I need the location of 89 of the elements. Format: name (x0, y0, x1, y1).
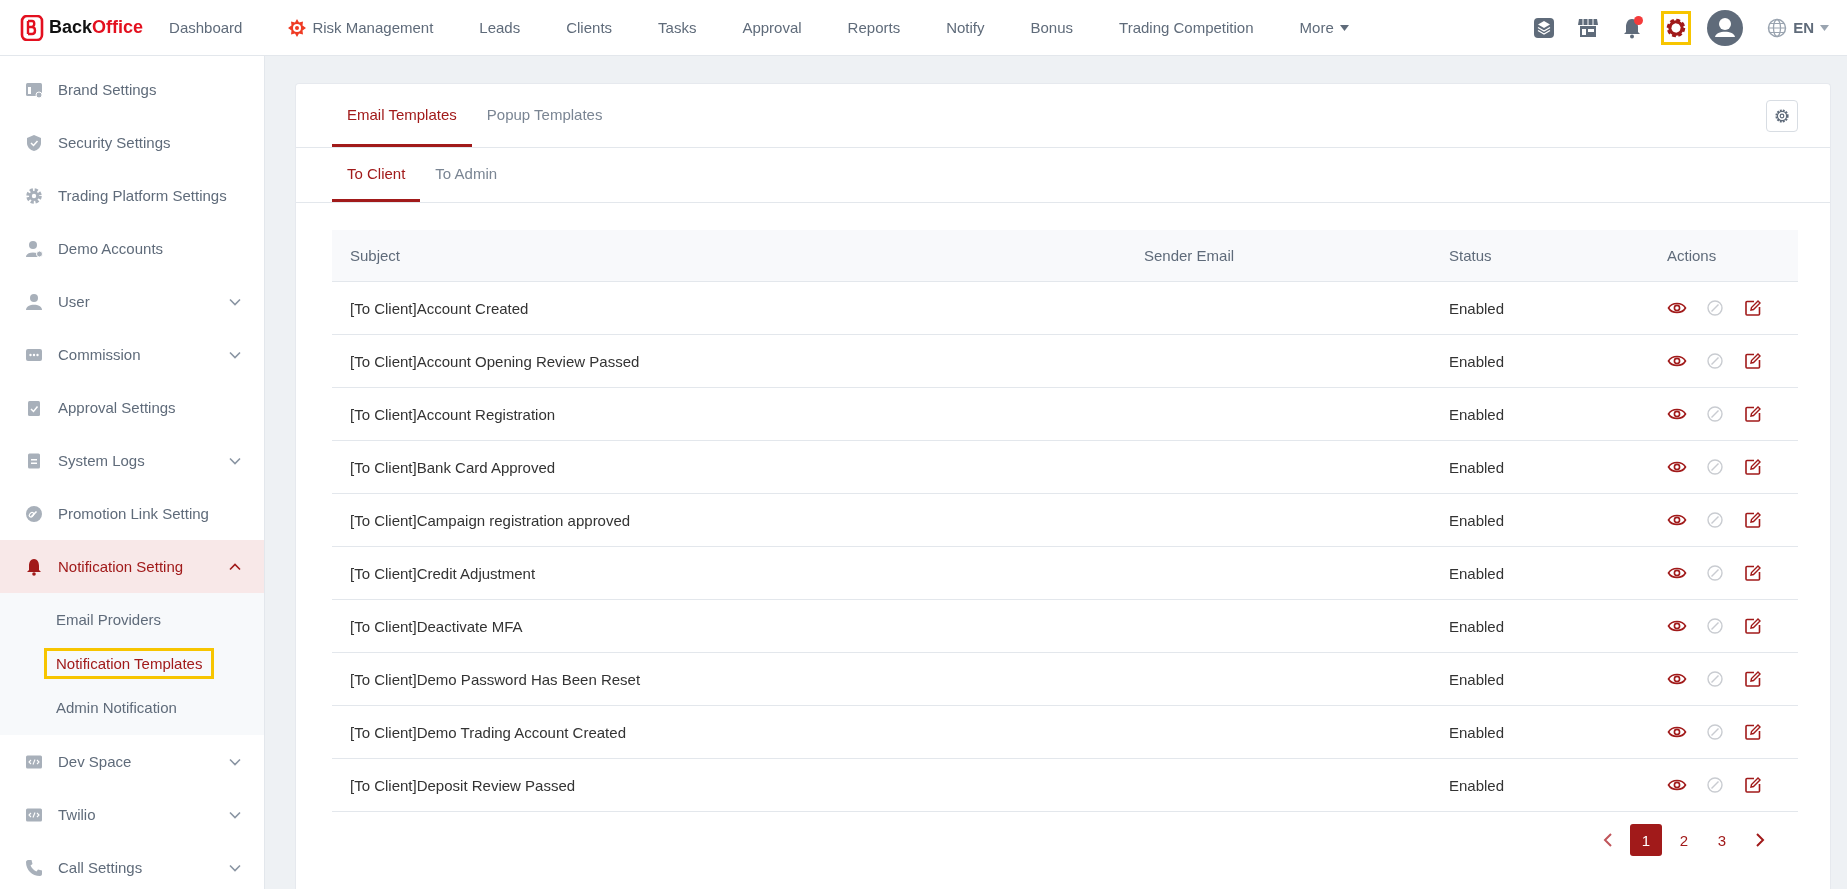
nav-link[interactable]: Approval (742, 19, 802, 36)
edit-icon[interactable] (1743, 563, 1763, 583)
table-cell-text: [To Client]Account Registration (349, 405, 557, 423)
edit-icon[interactable] (1743, 351, 1763, 371)
nav-link[interactable]: Leads (479, 19, 521, 36)
submenu-item[interactable]: Email Providers (44, 603, 174, 635)
page-button[interactable]: 1 (1630, 824, 1662, 856)
edit-icon[interactable] (1743, 722, 1763, 742)
column-header: Sender Email (1143, 247, 1236, 264)
sidebar-item[interactable]: User (0, 275, 264, 328)
page-button[interactable]: 2 (1668, 824, 1700, 856)
table-cell-text: Enabled (1448, 564, 1506, 582)
sidebar-item[interactable]: Approval Settings (0, 381, 264, 434)
table-cell-text: Enabled (1448, 723, 1506, 741)
sidebar-item[interactable]: Commission (0, 328, 264, 381)
caret-down-icon (1339, 24, 1349, 31)
phone-icon (24, 857, 44, 878)
submenu-item[interactable]: Admin Notification (44, 691, 189, 723)
tab[interactable]: Email Templates (332, 84, 472, 147)
more-menu[interactable]: More (1299, 19, 1349, 36)
sidebar-item[interactable]: Call Settings (0, 841, 264, 889)
nav-link[interactable]: Clients (566, 19, 613, 36)
settings-button[interactable] (1766, 99, 1798, 132)
sidebar-item[interactable]: Trading Platform Settings (0, 169, 264, 222)
page-button[interactable]: 3 (1706, 824, 1738, 856)
table-cell-text: [To Client]Deactivate MFA (349, 617, 524, 635)
globe-icon (1767, 17, 1788, 38)
chevron-left-icon (1603, 833, 1613, 847)
table-cell-text: [To Client]Credit Adjustment (349, 564, 537, 582)
edit-icon[interactable] (1743, 616, 1763, 636)
nav-link[interactable]: Risk Management (288, 18, 434, 37)
table-cell-text: Enabled (1448, 405, 1506, 423)
sidebar-item[interactable]: Twilio (0, 788, 264, 841)
settings-icon (1774, 107, 1790, 124)
nav-link[interactable]: Dashboard (169, 19, 243, 36)
chevron-right-icon (1755, 833, 1765, 847)
table-cell-text: [To Client]Demo Trading Account Created (349, 723, 627, 741)
table-cell-text: [To Client]Deposit Review Passed (349, 776, 577, 794)
person-icon (24, 238, 44, 259)
tab[interactable]: To Client (332, 148, 421, 202)
avatar-icon[interactable] (1707, 9, 1744, 46)
nav-link[interactable]: Reports (847, 19, 901, 36)
layers-icon[interactable] (1533, 16, 1556, 39)
table-cell-text: [To Client]Demo Password Has Been Reset (349, 670, 642, 688)
link-icon (24, 503, 44, 524)
sidebar-item[interactable]: Security Settings (0, 116, 264, 169)
sidebar-item[interactable]: Demo Accounts (0, 222, 264, 275)
tab[interactable]: Popup Templates (471, 84, 618, 147)
table-cell-text: [To Client]Campaign registration approved (349, 511, 632, 529)
sidebar-item[interactable]: System Logs (0, 434, 264, 487)
edit-icon[interactable] (1743, 510, 1763, 530)
nav-link[interactable]: Trading Competition (1119, 19, 1254, 36)
sidebar-item[interactable]: Notification Setting (0, 540, 264, 593)
table-cell-text: [To Client]Account Opening Review Passed (349, 352, 641, 370)
edit-icon[interactable] (1743, 404, 1763, 424)
edit-icon[interactable] (1743, 298, 1763, 318)
column-header: Subject (349, 247, 402, 264)
nav-link[interactable]: Notify (946, 19, 985, 36)
edit-icon[interactable] (1743, 669, 1763, 689)
sidebar-item[interactable]: Dev Space (0, 735, 264, 788)
submenu-item[interactable]: Notification Templates (44, 647, 215, 679)
gear-icon (24, 185, 44, 206)
table-cell-text: [To Client]Bank Card Approved (349, 458, 557, 476)
table-cell-text: Enabled (1448, 670, 1506, 688)
table-cell-text: Enabled (1448, 352, 1506, 370)
sidebar-item[interactable]: Brand Settings (0, 63, 264, 116)
table-cell-text: [To Client]Account Created (349, 299, 530, 317)
logo-icon (20, 14, 44, 41)
sidebar-item[interactable]: Promotion Link Setting (0, 487, 264, 540)
nav-link[interactable]: Bonus (1030, 19, 1074, 36)
table-cell-text: Enabled (1448, 511, 1506, 529)
table-cell-text: Enabled (1448, 617, 1506, 635)
table-cell-text: Enabled (1448, 776, 1506, 794)
table-cell-text: Enabled (1448, 458, 1506, 476)
store-icon[interactable] (1577, 16, 1600, 39)
starburst-icon (288, 18, 307, 37)
logo-text: BackOffice (49, 17, 144, 38)
table-cell-text: Enabled (1448, 299, 1506, 317)
tab[interactable]: To Admin (420, 148, 513, 202)
language-selector[interactable]: EN (1767, 17, 1829, 38)
edit-icon[interactable] (1743, 457, 1763, 477)
settings-icon[interactable] (1665, 16, 1688, 39)
column-header: Actions (1666, 247, 1718, 264)
caret-down-icon (1820, 24, 1829, 31)
nav-link[interactable]: Tasks (658, 19, 697, 36)
shield-icon (24, 132, 44, 153)
edit-icon[interactable] (1743, 775, 1763, 795)
column-header: Status (1448, 247, 1493, 264)
person-icon (24, 291, 44, 312)
